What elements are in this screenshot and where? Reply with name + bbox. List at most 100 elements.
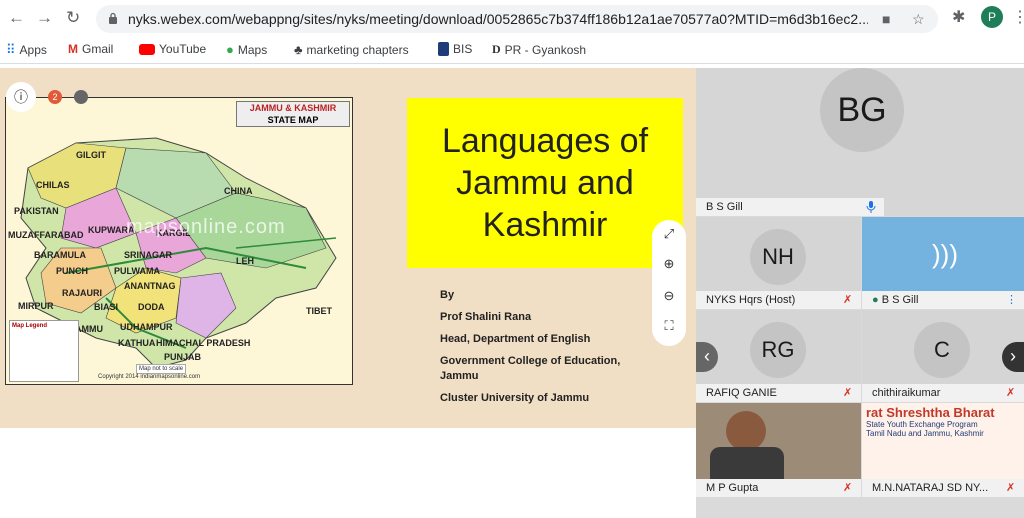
audio-wave-icon: ))) xyxy=(932,239,958,269)
zoom-in-icon[interactable]: ⊕ xyxy=(652,256,686,272)
bookmark-star-icon[interactable]: ☆ xyxy=(912,11,925,28)
participant-video-tile[interactable]: M P Gupta ✗ xyxy=(696,403,861,497)
extensions-icon[interactable]: ✱ xyxy=(952,7,965,27)
mic-muted-icon: ✗ xyxy=(843,294,853,306)
maps-pin-icon: ● xyxy=(226,42,234,57)
map-legend: Map Legend xyxy=(9,320,79,382)
participant-video-tile[interactable]: rat Shreshtha Bharat State Youth Exchang… xyxy=(862,403,1024,497)
participant-name: chithiraikumar ✗ xyxy=(862,384,1024,402)
fit-screen-icon[interactable]: ⤢ xyxy=(652,226,686,242)
mic-on-icon xyxy=(866,201,876,213)
participant-name: M.N.NATARAJ SD NY... ✗ xyxy=(862,479,1024,497)
video-banner: rat Shreshtha Bharat State Youth Exchang… xyxy=(862,403,1024,479)
map-place: ANANTNAG xyxy=(124,281,176,291)
next-page-button[interactable]: › xyxy=(1002,342,1024,372)
secondary-badge[interactable] xyxy=(74,90,88,104)
slide-zoom-controls: ⤢ ⊕ ⊖ ⛶ xyxy=(652,220,686,346)
bis-icon xyxy=(438,42,449,56)
map-place: UDHAMPUR xyxy=(120,322,173,332)
participant-name: ● B S Gill ⋮ xyxy=(862,291,1024,309)
participant-name: M P Gupta ✗ xyxy=(696,479,861,497)
bookmark-maps[interactable]: ● Maps xyxy=(226,42,267,57)
map-place: TIBET xyxy=(306,306,332,316)
bookmark-pr-gyankosh[interactable]: D PR - Gyankosh xyxy=(492,42,586,57)
map-place: DODA xyxy=(138,302,165,312)
bookmark-youtube[interactable]: YouTube xyxy=(139,42,206,56)
slide-title-line: Jammu and xyxy=(456,164,634,202)
browser-toolbar: ← → ↻ nyks.webex.com/webappng/sites/nyks… xyxy=(0,0,1024,36)
credit-role: Head, Department of English xyxy=(440,333,591,345)
map-place: MIRPUR xyxy=(18,301,54,311)
map-place: RAJAURI xyxy=(62,288,103,298)
credit-college-city: Jammu xyxy=(440,370,479,382)
video-person xyxy=(726,411,766,451)
bookmark-apps[interactable]: ⠿ Apps xyxy=(6,42,47,58)
participant-tile[interactable]: NH NYKS Hqrs (Host) ✗ xyxy=(696,217,861,309)
slide-title-line: Languages of xyxy=(441,122,649,160)
video-person-body xyxy=(710,447,784,479)
map-copyright: Copyright 2014 indianmapsonline.com xyxy=(98,374,201,380)
participant-tile[interactable]: RG RAFIQ GANIE ✗ xyxy=(696,310,861,402)
reload-icon[interactable]: ↻ xyxy=(66,8,80,28)
map-place: BARAMULA xyxy=(34,250,86,260)
participant-name: B S Gill xyxy=(696,198,884,216)
profile-avatar[interactable]: P xyxy=(981,6,1003,28)
folder-icon: ♣ xyxy=(294,42,303,57)
lock-icon xyxy=(109,12,117,24)
map-watermark: mapsonline.com xyxy=(126,216,286,238)
apps-grid-icon: ⠿ xyxy=(6,42,16,57)
bookmark-bis[interactable]: BIS xyxy=(438,42,472,56)
map-place: LEH xyxy=(236,256,254,266)
credit-by: By xyxy=(440,289,455,301)
map-place: PUNJAB xyxy=(164,352,202,362)
participant-tile-featured[interactable]: BG B S Gill xyxy=(696,68,1024,216)
participant-tile-active-speaker[interactable]: ))) ● B S Gill ⋮ xyxy=(862,217,1024,309)
participants-panel: BG B S Gill NH NYKS Hqrs (Host) ✗ ))) ● … xyxy=(696,68,1024,518)
slide-title-line: Kashmir xyxy=(482,206,608,244)
info-button[interactable]: ⓘ xyxy=(6,82,36,112)
map-place: PAKISTAN xyxy=(14,206,59,216)
speaking-indicator-icon: ● xyxy=(872,294,879,306)
more-options-icon[interactable]: ⋮ xyxy=(1006,291,1017,306)
mic-muted-icon: ✗ xyxy=(843,482,853,494)
bookmarks-bar: ⠿ Apps M Gmail YouTube ● Maps ♣ marketin… xyxy=(0,36,1024,64)
gyankosh-icon: D xyxy=(492,42,501,56)
slide-title-box: Languages of Jammu and Kashmir xyxy=(407,98,683,268)
map-place: CHILAS xyxy=(36,180,70,190)
back-icon[interactable]: ← xyxy=(8,8,25,28)
presentation-slide: JAMMU & KASHMIR STATE MAP GILGIT CHINA C… xyxy=(0,68,696,428)
map-place: KATHUA xyxy=(118,338,156,348)
credit-college: Government College of Education, xyxy=(440,355,621,367)
participant-name: RAFIQ GANIE ✗ xyxy=(696,384,861,402)
url-text[interactable]: nyks.webex.com/webappng/sites/nyks/meeti… xyxy=(128,11,868,27)
mic-muted-icon: ✗ xyxy=(1006,387,1016,399)
map-place: BIASI xyxy=(94,302,119,312)
map-title-box: JAMMU & KASHMIR STATE MAP xyxy=(236,101,350,127)
slide-credits: By Prof Shalini Rana Head, Department of… xyxy=(440,288,620,413)
participant-avatar: BG xyxy=(820,68,904,152)
map-place: PULWAMA xyxy=(114,266,160,276)
mic-muted-icon: ✗ xyxy=(843,387,853,399)
shared-content-area: JAMMU & KASHMIR STATE MAP GILGIT CHINA C… xyxy=(0,68,696,518)
forward-icon[interactable]: → xyxy=(36,8,53,28)
bookmark-gmail[interactable]: M Gmail xyxy=(68,42,113,56)
camera-icon[interactable]: ■ xyxy=(882,11,890,27)
map-place: SRINAGAR xyxy=(124,250,173,260)
participant-avatar: C xyxy=(914,322,970,378)
map-place: CHINA xyxy=(224,186,253,196)
participant-avatar: RG xyxy=(750,322,806,378)
fullscreen-icon[interactable]: ⛶ xyxy=(652,318,686,334)
map-place: MUZAFFARABAD xyxy=(8,230,84,240)
participant-name: NYKS Hqrs (Host) ✗ xyxy=(696,291,861,309)
youtube-icon xyxy=(139,43,155,55)
credit-name: Prof Shalini Rana xyxy=(440,311,532,323)
zoom-out-icon[interactable]: ⊖ xyxy=(652,288,686,304)
address-bar[interactable]: nyks.webex.com/webappng/sites/nyks/meeti… xyxy=(96,5,938,33)
bookmark-marketing-chapters[interactable]: ♣ marketing chapters xyxy=(294,42,409,57)
gmail-icon: M xyxy=(68,42,78,56)
menu-kebab-icon[interactable]: ⋮ xyxy=(1012,7,1024,27)
mic-muted-icon: ✗ xyxy=(1006,482,1016,494)
participant-tile[interactable]: C chithiraikumar ✗ xyxy=(862,310,1024,402)
notification-badge[interactable]: 2 xyxy=(48,90,62,104)
map-scale-note: Map not to scale xyxy=(136,364,187,374)
